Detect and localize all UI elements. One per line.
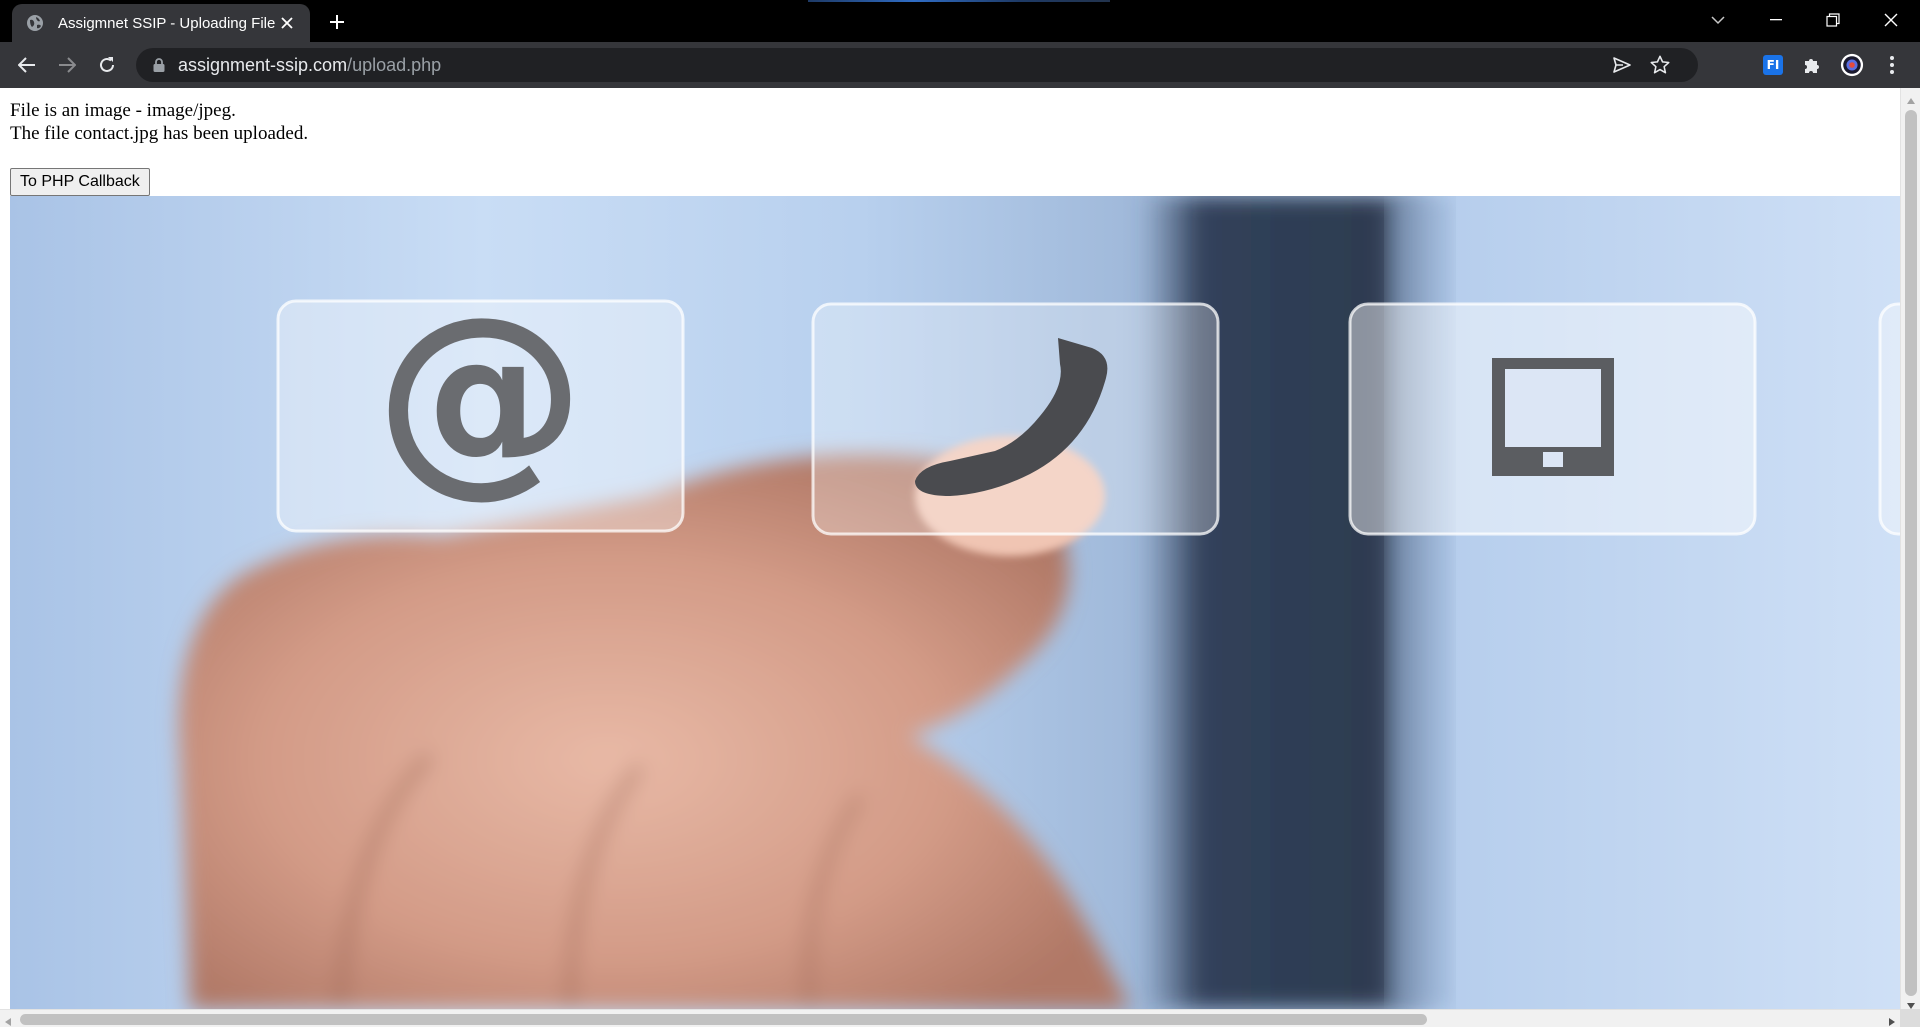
- browser-toolbar: assignment-ssip.com/upload.php FI: [0, 42, 1920, 88]
- active-tab[interactable]: Assigmnet SSIP - Uploading File: [12, 4, 310, 42]
- page-viewport: File is an image - image/jpeg. The file …: [0, 88, 1900, 1009]
- scroll-right-icon[interactable]: [1888, 1014, 1896, 1026]
- puzzle-icon: [1805, 59, 1819, 73]
- minimize-button[interactable]: [1748, 0, 1804, 40]
- mobile-tile: [1348, 302, 1757, 536]
- scrollbar-corner: [1900, 1009, 1920, 1027]
- tab-close-icon[interactable]: [276, 12, 298, 34]
- vertical-scrollbar[interactable]: [1900, 88, 1920, 1009]
- url-text[interactable]: assignment-ssip.com/upload.php: [178, 48, 441, 82]
- arrow-right-icon: [59, 57, 76, 73]
- phone-tile: [811, 302, 1220, 536]
- at-sign-icon: @: [375, 271, 585, 516]
- upload-success-message: The file contact.jpg has been uploaded.: [10, 123, 309, 144]
- fi-extension-button[interactable]: FI: [1761, 53, 1785, 77]
- plus-icon: [330, 15, 344, 29]
- email-tile: @: [276, 271, 685, 533]
- arrow-left-icon: [18, 57, 35, 73]
- horizontal-scrollbar[interactable]: [0, 1009, 1900, 1027]
- reload-icon: [100, 57, 114, 72]
- back-button[interactable]: [11, 49, 43, 81]
- scroll-up-icon[interactable]: [1906, 92, 1916, 104]
- restore-icon: [1826, 13, 1840, 27]
- reload-button[interactable]: [91, 49, 123, 81]
- extensions-button[interactable]: [1800, 53, 1824, 77]
- tab-strip: Assigmnet SSIP - Uploading File: [0, 0, 1920, 42]
- browser-menu-button[interactable]: [1880, 53, 1904, 77]
- tablet-icon: [1492, 358, 1614, 476]
- address-bar[interactable]: assignment-ssip.com/upload.php: [136, 48, 1698, 82]
- globe-icon: [26, 14, 44, 32]
- new-tab-button[interactable]: [324, 9, 350, 35]
- send-to-devices-icon[interactable]: [1612, 55, 1632, 75]
- tab-title: Assigmnet SSIP - Uploading File: [58, 14, 276, 32]
- lock-icon[interactable]: [152, 57, 166, 73]
- tab-search-button[interactable]: [1690, 0, 1746, 40]
- fi-extension-icon: FI: [1763, 55, 1783, 75]
- kebab-menu-icon: [1890, 56, 1894, 74]
- file-type-message: File is an image - image/jpeg.: [10, 100, 236, 121]
- scroll-left-icon[interactable]: [4, 1014, 12, 1026]
- url-host: assignment-ssip.com: [178, 55, 348, 75]
- forward-button[interactable]: [51, 49, 83, 81]
- bookmark-star-icon[interactable]: [1649, 54, 1671, 76]
- tabstrip-accent-line: [808, 0, 1110, 2]
- chevron-down-icon: [1711, 15, 1725, 24]
- minimize-icon: [1770, 19, 1782, 21]
- horizontal-scroll-thumb[interactable]: [20, 1014, 1427, 1025]
- vertical-scroll-thumb[interactable]: [1905, 110, 1917, 996]
- scroll-down-icon[interactable]: [1906, 997, 1916, 1009]
- php-callback-button[interactable]: To PHP Callback: [10, 168, 150, 196]
- restore-button[interactable]: [1805, 0, 1861, 40]
- profile-avatar-icon: [1840, 53, 1864, 77]
- url-path: /upload.php: [347, 55, 442, 75]
- close-icon: [1884, 13, 1898, 27]
- uploaded-contact-image: @: [10, 196, 1900, 1009]
- close-window-button[interactable]: [1863, 0, 1919, 40]
- profile-button[interactable]: [1840, 53, 1864, 77]
